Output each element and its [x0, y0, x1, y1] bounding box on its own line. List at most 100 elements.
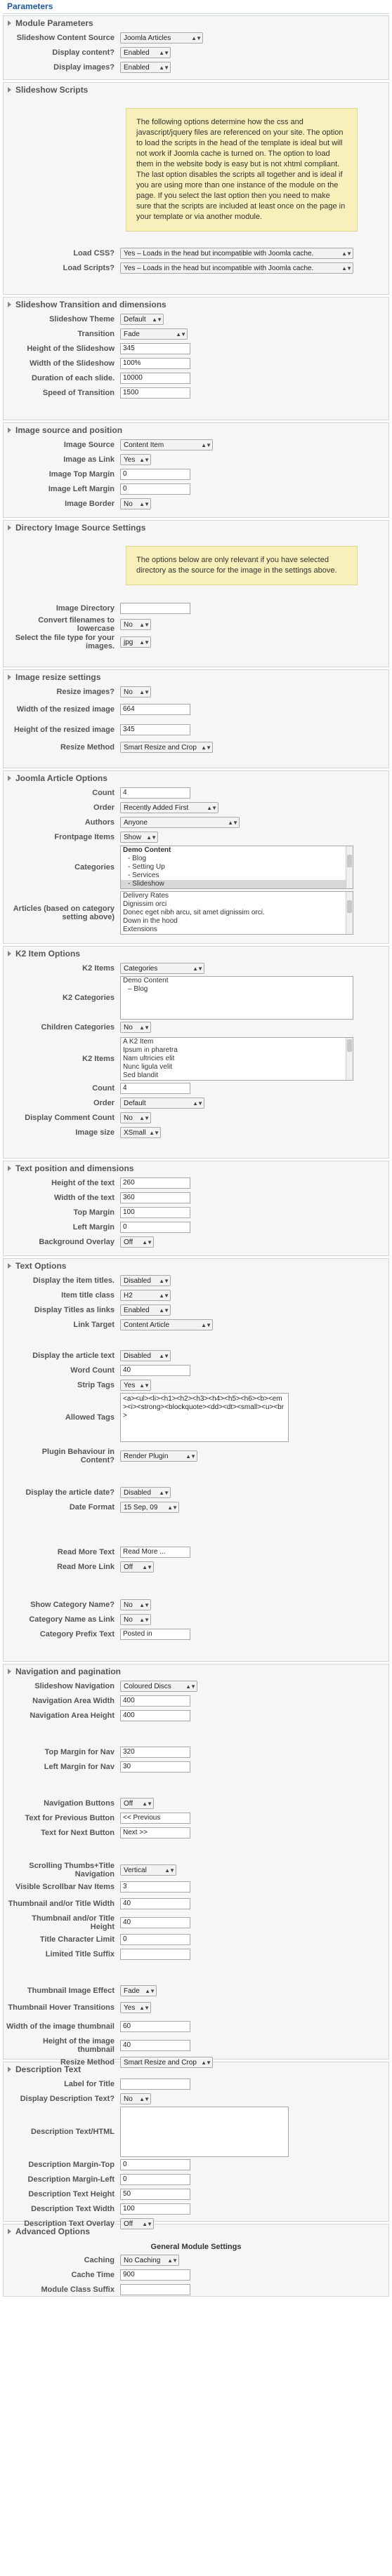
display-description-select[interactable]: No ▲▼ — [120, 2093, 151, 2104]
resize-method-select[interactable]: Smart Resize and Crop ▲▼ — [120, 742, 213, 753]
frontpage-select[interactable]: Show ▲▼ — [120, 832, 158, 843]
panel-toggle-navigation[interactable]: Navigation and pagination — [6, 1664, 386, 1679]
load-css-select[interactable]: Yes – Loads in the head but incompatible… — [120, 248, 353, 259]
thumb-image-width-input[interactable]: 60 — [120, 2021, 190, 2032]
thumb-height-input[interactable]: 40 — [120, 1917, 190, 1928]
nav-width-input[interactable]: 400 — [120, 1695, 190, 1707]
caching-select[interactable]: No Caching ▲▼ — [120, 2255, 179, 2266]
theme-select[interactable]: Default ▲▼ — [120, 314, 164, 325]
text-width-input[interactable]: 360 — [120, 1192, 190, 1203]
article-text-select[interactable]: Disabled ▲▼ — [120, 1350, 171, 1361]
thumb-image-height-input[interactable]: 40 — [120, 2040, 190, 2051]
visible-items-input[interactable]: 3 — [120, 1881, 190, 1893]
transition-select[interactable]: Fade ▲▼ — [120, 328, 188, 340]
description-margin-top-input[interactable]: 0 — [120, 2159, 190, 2170]
show-category-select[interactable]: No ▲▼ — [120, 1599, 151, 1610]
nav-top-margin-input[interactable]: 320 — [120, 1747, 190, 1758]
list-item[interactable]: Demo Content — [121, 846, 353, 855]
k2-items-select[interactable]: Categories ▲▼ — [120, 963, 204, 974]
duration-input[interactable]: 10000 — [120, 373, 190, 384]
thumb-resize-method-select[interactable]: Smart Resize and Crop ▲▼ — [120, 2057, 213, 2068]
title-suffix-input[interactable] — [120, 1949, 190, 1960]
panel-toggle-image-source[interactable]: Image source and position — [6, 423, 386, 437]
image-link-select[interactable]: Yes ▲▼ — [120, 454, 151, 465]
image-left-margin-input[interactable]: 0 — [120, 483, 190, 495]
strip-tags-select[interactable]: Yes ▲▼ — [120, 1380, 151, 1391]
scrolling-nav-select[interactable]: Vertical ▲▼ — [120, 1864, 176, 1876]
char-limit-input[interactable]: 0 — [120, 1934, 190, 1945]
panel-toggle-transition[interactable]: Slideshow Transition and dimensions — [6, 298, 386, 312]
list-item[interactable]: Ipsum in pharetra — [121, 1046, 353, 1055]
label-title-input[interactable] — [120, 2078, 190, 2090]
children-categories-select[interactable]: No ▲▼ — [120, 1022, 151, 1033]
list-item[interactable]: - Slideshow — [121, 880, 353, 888]
date-format-select[interactable]: 15 Sep, 09 ▲▼ — [120, 1502, 179, 1513]
k2-count-input[interactable]: 4 — [120, 1083, 190, 1094]
nav-buttons-select[interactable]: Off ▲▼ — [120, 1798, 154, 1809]
slideshow-width-input[interactable]: 100% — [120, 358, 190, 369]
scrollbar-thumb[interactable] — [347, 900, 352, 913]
speed-input[interactable]: 1500 — [120, 387, 190, 399]
description-margin-left-input[interactable]: 0 — [120, 2174, 190, 2185]
panel-toggle-directory[interactable]: Directory Image Source Settings — [6, 521, 386, 535]
thumb-effect-select[interactable]: Fade ▲▼ — [120, 1985, 157, 1996]
scrollbar-thumb[interactable] — [347, 855, 352, 867]
list-item[interactable]: – Blog — [121, 985, 353, 994]
panel-toggle-resize[interactable]: Image resize settings — [6, 670, 386, 684]
articles-multiselect[interactable]: Delivery Rates Dignissim orci Donec eget… — [120, 891, 353, 935]
scrollbar[interactable] — [346, 846, 353, 888]
article-date-select[interactable]: Disabled ▲▼ — [120, 1487, 171, 1498]
category-link-select[interactable]: No ▲▼ — [120, 1614, 151, 1625]
description-width-input[interactable]: 100 — [120, 2203, 190, 2215]
display-images-select[interactable]: Enabled ▲▼ — [120, 62, 171, 73]
filetype-select[interactable]: jpg ▲▼ — [120, 636, 151, 648]
scrollbar[interactable] — [346, 1038, 353, 1080]
list-item[interactable]: Demo Content — [121, 977, 353, 985]
k2-order-select[interactable]: Default ▲▼ — [120, 1097, 204, 1109]
word-count-input[interactable]: 40 — [120, 1365, 190, 1376]
list-item[interactable]: Donec eget nibh arcu, sit amet dignissim… — [121, 909, 353, 917]
titles-links-select[interactable]: Enabled ▲▼ — [120, 1304, 171, 1316]
hover-transitions-select[interactable]: Yes ▲▼ — [120, 2002, 151, 2013]
thumb-width-input[interactable]: 40 — [120, 1898, 190, 1909]
panel-toggle-slideshow-scripts[interactable]: Slideshow Scripts — [6, 83, 386, 97]
list-item[interactable]: - Services — [121, 872, 353, 880]
slideshow-height-input[interactable]: 345 — [120, 343, 190, 354]
plugin-behaviour-select[interactable]: Render Plugin ▲▼ — [120, 1450, 197, 1462]
list-item[interactable]: Dignissim orci — [121, 900, 353, 909]
description-textarea[interactable] — [120, 2107, 289, 2157]
text-height-input[interactable]: 260 — [120, 1177, 190, 1189]
comment-count-select[interactable]: No ▲▼ — [120, 1112, 151, 1123]
k2-categories-multiselect[interactable]: Demo Content – Blog — [120, 976, 353, 1020]
list-item[interactable]: Sed blandit — [121, 1072, 353, 1080]
image-border-select[interactable]: No ▲▼ — [120, 498, 151, 509]
image-size-select[interactable]: XSmall ▲▼ — [120, 1127, 161, 1138]
description-height-input[interactable]: 50 — [120, 2189, 190, 2200]
resize-height-input[interactable]: 345 — [120, 724, 190, 735]
description-overlay-select[interactable]: Off ▲▼ — [120, 2218, 154, 2229]
list-item[interactable]: Down in the hood — [121, 917, 353, 926]
cache-time-input[interactable]: 900 — [120, 2269, 190, 2281]
panel-toggle-module-parameters[interactable]: Module Parameters — [6, 16, 386, 30]
class-suffix-input[interactable] — [120, 2284, 190, 2295]
allowed-tags-textarea[interactable]: <a><ul><li><h1><h2><h3><h4><h5><h6><b><e… — [120, 1393, 289, 1442]
article-order-select[interactable]: Recently Added First ▲▼ — [120, 802, 218, 813]
scrollbar-thumb[interactable] — [347, 1039, 352, 1052]
image-top-margin-input[interactable]: 0 — [120, 469, 190, 480]
nav-height-input[interactable]: 400 — [120, 1710, 190, 1721]
article-count-input[interactable]: 4 — [120, 787, 190, 799]
display-content-select[interactable]: Enabled ▲▼ — [120, 47, 171, 58]
category-prefix-input[interactable]: Posted in — [120, 1629, 190, 1640]
navigation-select[interactable]: Coloured Discs ▲▼ — [120, 1681, 197, 1692]
resize-images-select[interactable]: No ▲▼ — [120, 686, 151, 698]
authors-select[interactable]: Anyone ▲▼ — [120, 817, 240, 828]
item-titles-select[interactable]: Disabled ▲▼ — [120, 1275, 171, 1286]
read-more-text-input[interactable]: Read More ... — [120, 1547, 190, 1558]
panel-toggle-joomla-article[interactable]: Joomla Article Options — [6, 771, 386, 785]
panel-toggle-text-options[interactable]: Text Options — [6, 1259, 386, 1273]
nav-left-margin-input[interactable]: 30 — [120, 1761, 190, 1773]
read-more-link-select[interactable]: Off ▲▼ — [120, 1561, 154, 1573]
text-left-margin-input[interactable]: 0 — [120, 1222, 190, 1233]
next-text-input[interactable]: Next >> — [120, 1827, 190, 1838]
background-overlay-select[interactable]: Off ▲▼ — [120, 1236, 154, 1248]
